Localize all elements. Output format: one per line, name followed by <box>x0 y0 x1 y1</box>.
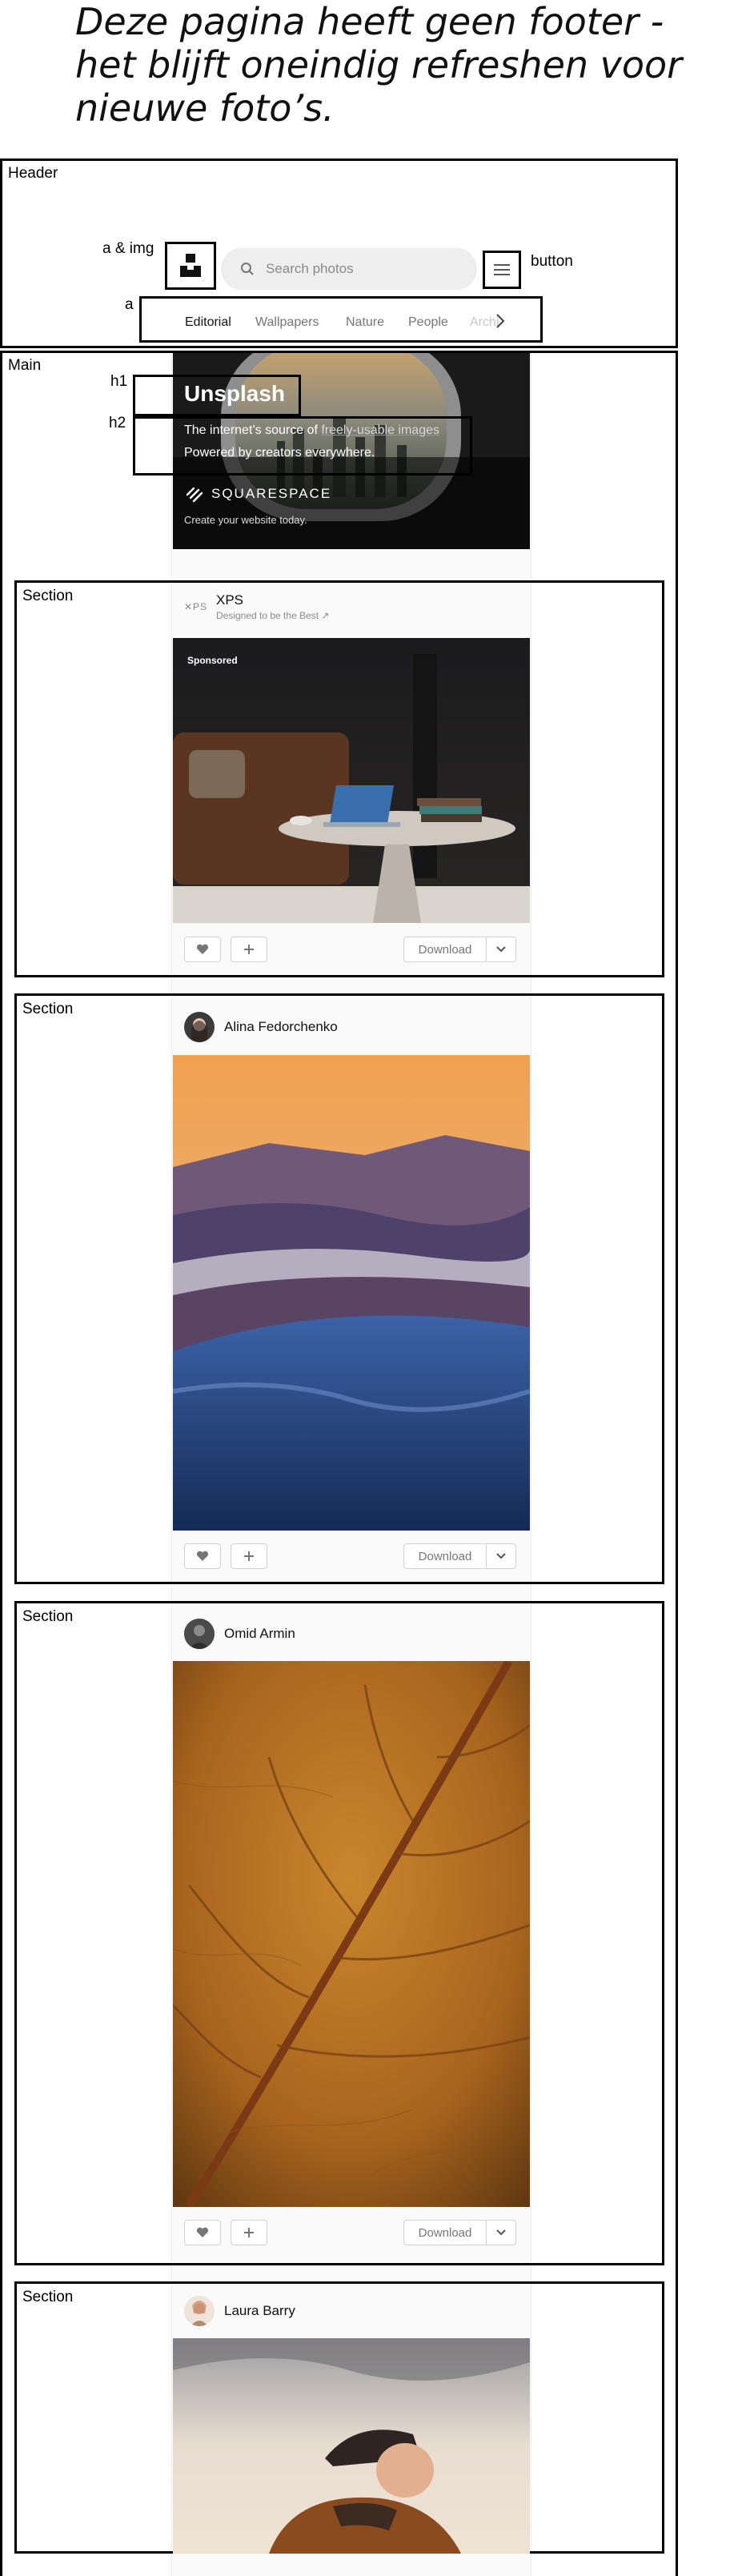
h1-annotation: h1 <box>110 373 128 390</box>
download-label: Download <box>418 2225 472 2240</box>
button-annotation: button <box>531 253 573 270</box>
plus-icon <box>244 945 254 954</box>
plus-icon <box>244 2228 254 2237</box>
plus-icon <box>244 1551 254 1561</box>
tab-nature[interactable]: Nature <box>346 315 384 330</box>
download-button[interactable]: Download <box>403 2220 487 2245</box>
download-options-button[interactable] <box>486 1543 516 1569</box>
search-icon <box>241 263 254 275</box>
tab-people[interactable]: People <box>408 315 448 330</box>
leaf-macro-image <box>173 1661 530 2207</box>
download-options-button[interactable] <box>486 937 516 962</box>
card-photo[interactable] <box>173 1055 530 1531</box>
person-in-cap-image <box>173 2338 530 2554</box>
squarespace-logo-icon <box>186 487 203 503</box>
sponsor-tagline[interactable]: Create your website today. <box>184 514 307 526</box>
sponsor-brand: SQUARESPACE <box>211 486 332 501</box>
card-header: ✕PS XPS Designed to be the Best ↗ <box>184 592 329 621</box>
topic-tabs: Editorial Wallpapers Nature People Archi <box>139 296 543 343</box>
card-photo[interactable] <box>173 2338 530 2554</box>
download-label: Download <box>418 1549 472 1563</box>
like-button[interactable] <box>184 937 221 962</box>
like-button[interactable] <box>184 1543 221 1569</box>
h1-outline <box>133 375 301 416</box>
logo-annotation: a & img <box>102 240 154 257</box>
tab-editorial[interactable]: Editorial <box>185 315 231 330</box>
mountain-sunset-image <box>173 1055 530 1531</box>
chevron-down-icon <box>496 1553 506 1559</box>
card-photo[interactable] <box>173 638 530 923</box>
header-annotation: Header <box>8 165 58 182</box>
menu-button[interactable] <box>483 251 521 289</box>
download-label: Download <box>418 942 472 957</box>
tab-wallpapers[interactable]: Wallpapers <box>255 315 319 330</box>
xps-logo-icon: ✕PS <box>184 601 208 612</box>
avatar[interactable] <box>184 1012 215 1042</box>
add-to-collection-button[interactable] <box>231 1543 267 1569</box>
h2-annotation: h2 <box>109 415 126 431</box>
tabs-annotation: a <box>125 296 134 313</box>
card-header: Laura Barry <box>184 2296 295 2326</box>
search-placeholder: Search photos <box>266 261 354 276</box>
download-button[interactable]: Download <box>403 937 487 962</box>
card-author[interactable]: XPS <box>216 592 329 608</box>
laptop-living-room-image <box>173 638 530 923</box>
heart-icon <box>196 2227 209 2237</box>
card-author[interactable]: Omid Armin <box>224 1626 295 1642</box>
card-photo[interactable] <box>173 1661 530 2207</box>
download-options-button[interactable] <box>486 2220 516 2245</box>
card-header: Alina Fedorchenko <box>184 1012 338 1042</box>
card-header: Omid Armin <box>184 1619 295 1649</box>
avatar[interactable] <box>184 1619 215 1649</box>
chevron-down-icon <box>496 2229 506 2236</box>
h2-outline <box>133 416 472 475</box>
card-author[interactable]: Laura Barry <box>224 2303 295 2319</box>
add-to-collection-button[interactable] <box>231 937 267 962</box>
download-button[interactable]: Download <box>403 1543 487 1569</box>
main-annotation: Main <box>8 357 42 374</box>
add-to-collection-button[interactable] <box>231 2220 267 2245</box>
card-author-subtitle[interactable]: Designed to be the Best ↗ <box>216 610 329 621</box>
logo-link[interactable] <box>165 242 216 290</box>
section-annotation: Section <box>22 2289 74 2305</box>
card-author[interactable]: Alina Fedorchenko <box>224 1019 338 1035</box>
hamburger-icon <box>494 264 510 275</box>
chevron-right-icon[interactable] <box>494 312 507 330</box>
section-annotation: Section <box>22 1001 74 1017</box>
sponsor-link[interactable]: SQUARESPACE <box>184 485 331 503</box>
avatar[interactable] <box>184 2296 215 2326</box>
section-annotation: Section <box>22 1608 74 1625</box>
section-annotation: Section <box>22 588 74 604</box>
page-heading: Deze pagina heeft geen footer - het blij… <box>75 0 683 130</box>
heart-icon <box>196 1551 209 1561</box>
heart-icon <box>196 944 209 954</box>
chevron-down-icon <box>496 946 506 953</box>
unsplash-logo-icon <box>180 254 201 277</box>
search-input[interactable]: Search photos <box>221 248 477 290</box>
sponsored-badge: Sponsored <box>187 655 238 666</box>
like-button[interactable] <box>184 2220 221 2245</box>
